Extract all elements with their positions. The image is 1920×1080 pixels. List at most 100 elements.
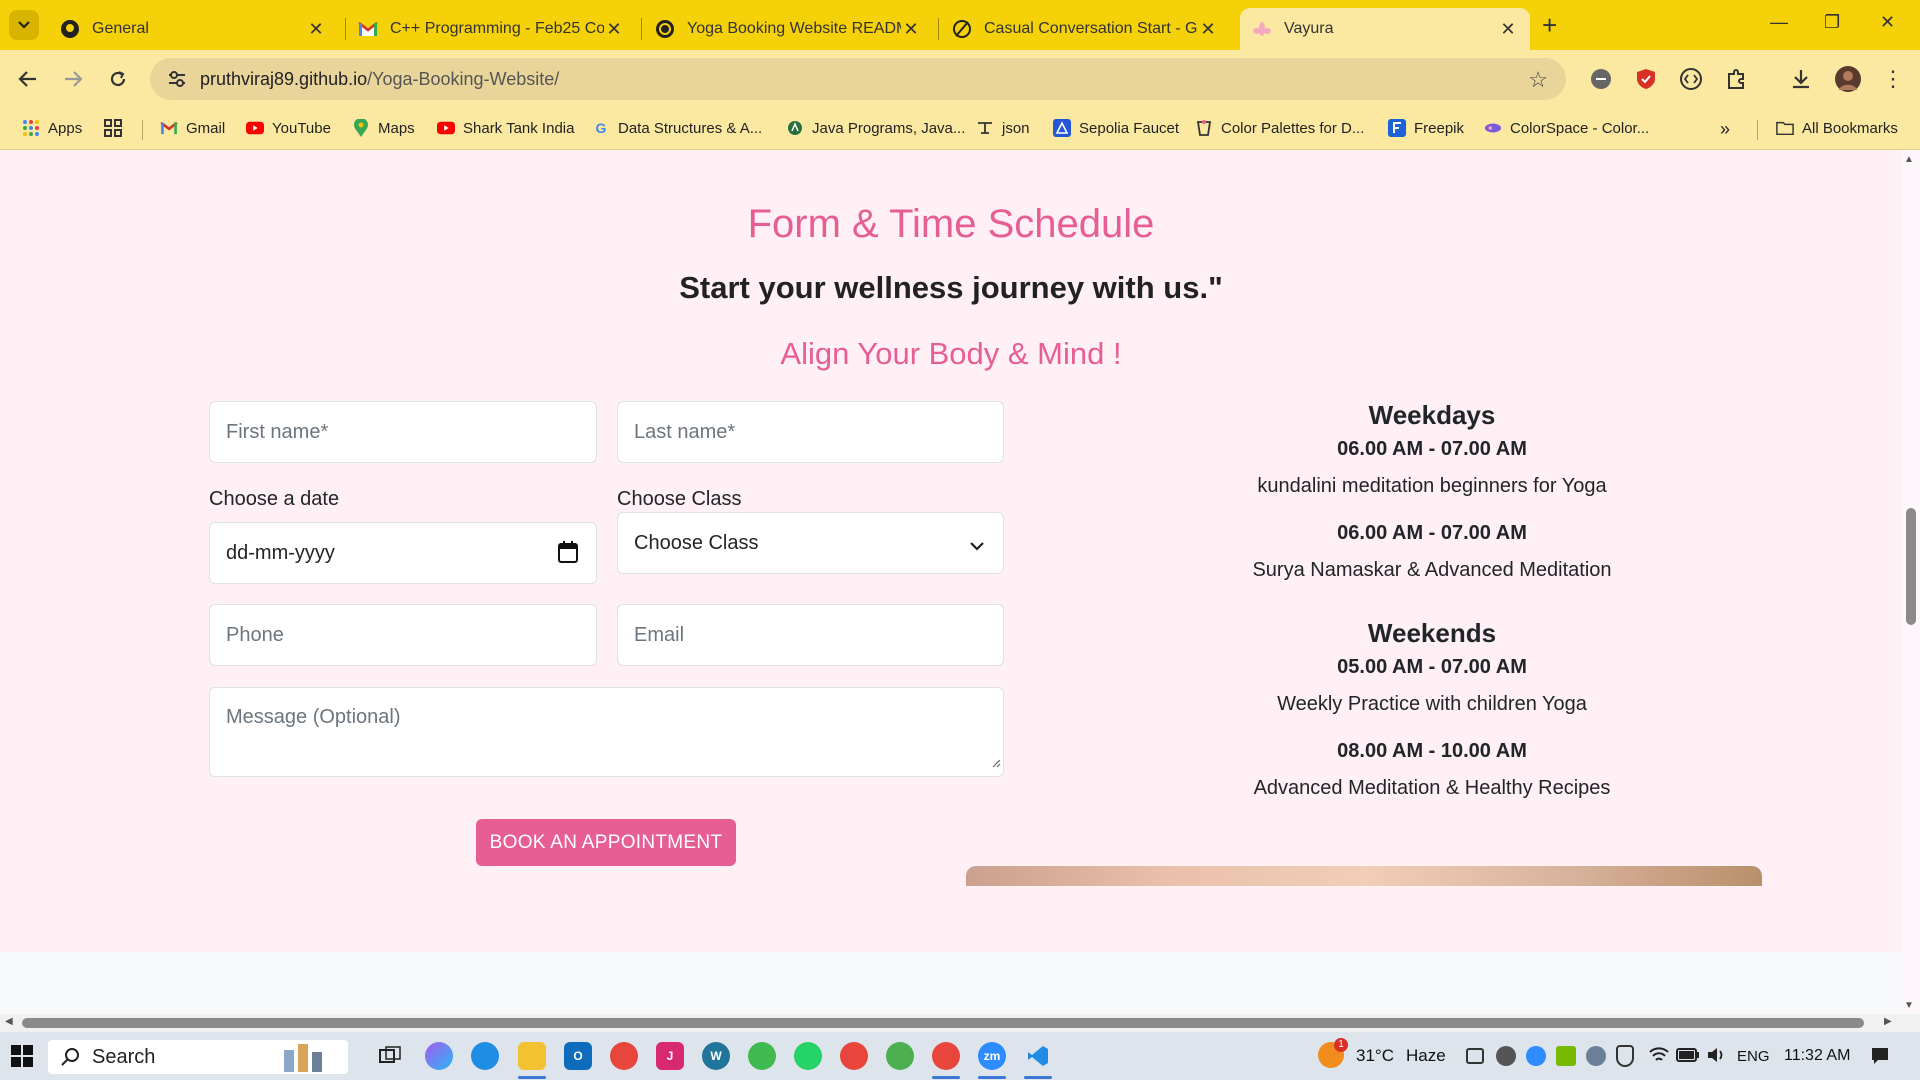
reload-button[interactable]: [103, 64, 133, 94]
scroll-left-arrow-icon[interactable]: ◀: [5, 1016, 13, 1027]
tab-groups-button[interactable]: [104, 119, 130, 137]
close-window-icon[interactable]: ✕: [1880, 12, 1895, 33]
volume-icon[interactable]: [1706, 1046, 1726, 1069]
close-icon[interactable]: ✕: [1198, 19, 1218, 40]
email-input[interactable]: Email: [617, 604, 1004, 666]
palette-icon: [1195, 119, 1213, 137]
zoom-icon[interactable]: zm: [978, 1042, 1006, 1070]
bookmark-freepik[interactable]: Freepik: [1388, 119, 1464, 137]
network-app-icon[interactable]: [1586, 1046, 1606, 1066]
youtube-icon: [246, 119, 264, 137]
class-select[interactable]: Choose Class: [617, 512, 1004, 574]
whatsapp-icon[interactable]: [794, 1042, 822, 1070]
notifications-icon[interactable]: [1870, 1046, 1890, 1071]
schedule-description: kundalini meditation beginners for Yoga: [1257, 475, 1607, 497]
scroll-right-arrow-icon[interactable]: ▶: [1884, 1016, 1892, 1027]
bookmark-data-structures[interactable]: G Data Structures & A...: [592, 119, 763, 137]
chrome-icon[interactable]: [610, 1042, 638, 1070]
vscode-icon[interactable]: [1024, 1042, 1052, 1070]
tab-vayura[interactable]: Vayura ✕: [1240, 8, 1530, 50]
weather-temp[interactable]: 31°C: [1356, 1046, 1394, 1066]
extension-icon[interactable]: [1588, 66, 1614, 92]
notes-app-icon[interactable]: [748, 1042, 776, 1070]
forward-button[interactable]: [58, 64, 88, 94]
vertical-scroll-thumb[interactable]: [1906, 508, 1916, 625]
file-explorer-icon[interactable]: [518, 1042, 546, 1070]
tab-yoga-readme[interactable]: Yoga Booking Website README ✕: [643, 8, 933, 50]
defender-shield-icon[interactable]: [1616, 1045, 1634, 1067]
wifi-icon[interactable]: [1648, 1046, 1670, 1069]
more-bookmarks-chevron-icon[interactable]: »: [1720, 119, 1730, 140]
address-bar[interactable]: pruthviraj89.github.io/Yoga-Booking-Webs…: [150, 58, 1566, 100]
meet-now-icon[interactable]: [1466, 1048, 1484, 1064]
shield-extension-icon[interactable]: [1633, 66, 1659, 92]
task-view-icon[interactable]: [376, 1042, 404, 1070]
bookmark-java-programs[interactable]: Java Programs, Java...: [786, 119, 965, 137]
tab-grok-conversation[interactable]: Casual Conversation Start - Gro ✕: [940, 8, 1230, 50]
site-settings-icon[interactable]: [162, 70, 192, 88]
language-indicator[interactable]: ENG: [1737, 1048, 1770, 1065]
bookmark-json[interactable]: json: [976, 119, 1030, 137]
scroll-up-arrow-icon[interactable]: ▲: [1904, 154, 1914, 165]
freepik-icon: [1388, 119, 1406, 137]
download-icon[interactable]: [1788, 66, 1814, 92]
windows-start-icon[interactable]: [11, 1045, 33, 1072]
wordpress-icon[interactable]: W: [702, 1042, 730, 1070]
tab-title: Casual Conversation Start - Gro: [984, 20, 1198, 37]
tab-cpp-programming[interactable]: C++ Programming - Feb25 Cor ✕: [346, 8, 636, 50]
menu-kebab-icon[interactable]: ⋮: [1880, 66, 1906, 92]
scroll-down-arrow-icon[interactable]: ▼: [1904, 1000, 1914, 1011]
horizontal-scroll-thumb[interactable]: [22, 1018, 1864, 1028]
chrome-profile-icon[interactable]: [840, 1042, 868, 1070]
bookmark-sepolia-faucet[interactable]: Sepolia Faucet: [1053, 119, 1179, 137]
back-button[interactable]: [13, 64, 43, 94]
taskbar-search-box[interactable]: Search: [48, 1040, 348, 1074]
puzzle-icon[interactable]: [1723, 66, 1749, 92]
book-appointment-button[interactable]: BOOK AN APPOINTMENT: [476, 819, 736, 866]
minimize-icon[interactable]: —: [1770, 12, 1788, 33]
nvidia-icon[interactable]: [1556, 1046, 1576, 1066]
close-icon[interactable]: ✕: [1498, 19, 1518, 40]
bookmark-colorspace[interactable]: ColorSpace - Color...: [1484, 119, 1649, 137]
bookmark-label: Freepik: [1414, 119, 1465, 137]
calendar-icon[interactable]: [558, 541, 578, 569]
bookmark-color-palettes[interactable]: Color Palettes for D...: [1195, 119, 1364, 137]
chrome-active-icon[interactable]: [932, 1042, 960, 1070]
profile-avatar[interactable]: [1835, 66, 1861, 92]
battery-icon[interactable]: [1676, 1048, 1700, 1067]
message-textarea[interactable]: Message (Optional): [209, 687, 1004, 777]
bookmark-label: Sepolia Faucet: [1079, 119, 1180, 137]
weather-desc[interactable]: Haze: [1406, 1046, 1446, 1066]
green-app-icon[interactable]: [886, 1042, 914, 1070]
resize-handle-icon[interactable]: [991, 751, 1001, 774]
close-icon[interactable]: ✕: [901, 19, 921, 40]
bookmark-youtube[interactable]: YouTube: [246, 119, 331, 137]
bookmark-star-icon[interactable]: ☆: [1528, 67, 1548, 93]
bookmark-apps[interactable]: Apps: [22, 119, 82, 137]
zoom-tray-icon[interactable]: [1526, 1046, 1546, 1066]
bookmark-label: Gmail: [186, 119, 226, 137]
clock[interactable]: 11:32 AM: [1784, 1047, 1850, 1065]
bookmark-all-bookmarks[interactable]: All Bookmarks: [1776, 119, 1898, 137]
tab-search-button[interactable]: [9, 10, 39, 40]
tray-app-icon[interactable]: [1496, 1046, 1516, 1066]
jetbrains-icon[interactable]: J: [656, 1042, 684, 1070]
copilot-icon[interactable]: [425, 1042, 453, 1070]
tab-general[interactable]: General ✕: [48, 8, 338, 50]
first-name-input[interactable]: First name*: [209, 401, 597, 463]
last-name-input[interactable]: Last name*: [617, 401, 1004, 463]
bookmark-maps[interactable]: Maps: [352, 119, 415, 137]
bookmark-gmail[interactable]: Gmail: [160, 119, 225, 137]
edge-icon[interactable]: [471, 1042, 499, 1070]
code-extension-icon[interactable]: [1678, 66, 1704, 92]
date-input[interactable]: dd-mm-yyyy: [209, 522, 597, 584]
bookmark-shark-tank[interactable]: Shark Tank India: [437, 119, 574, 137]
phone-placeholder: Phone: [226, 623, 284, 646]
close-icon[interactable]: ✕: [604, 19, 624, 40]
outlook-icon[interactable]: O: [564, 1042, 592, 1070]
restore-icon[interactable]: ❐: [1824, 12, 1840, 33]
phone-input[interactable]: Phone: [209, 604, 597, 666]
close-icon[interactable]: ✕: [306, 19, 326, 40]
weekends-heading: Weekends: [1367, 618, 1497, 648]
new-tab-button[interactable]: +: [1542, 12, 1557, 38]
